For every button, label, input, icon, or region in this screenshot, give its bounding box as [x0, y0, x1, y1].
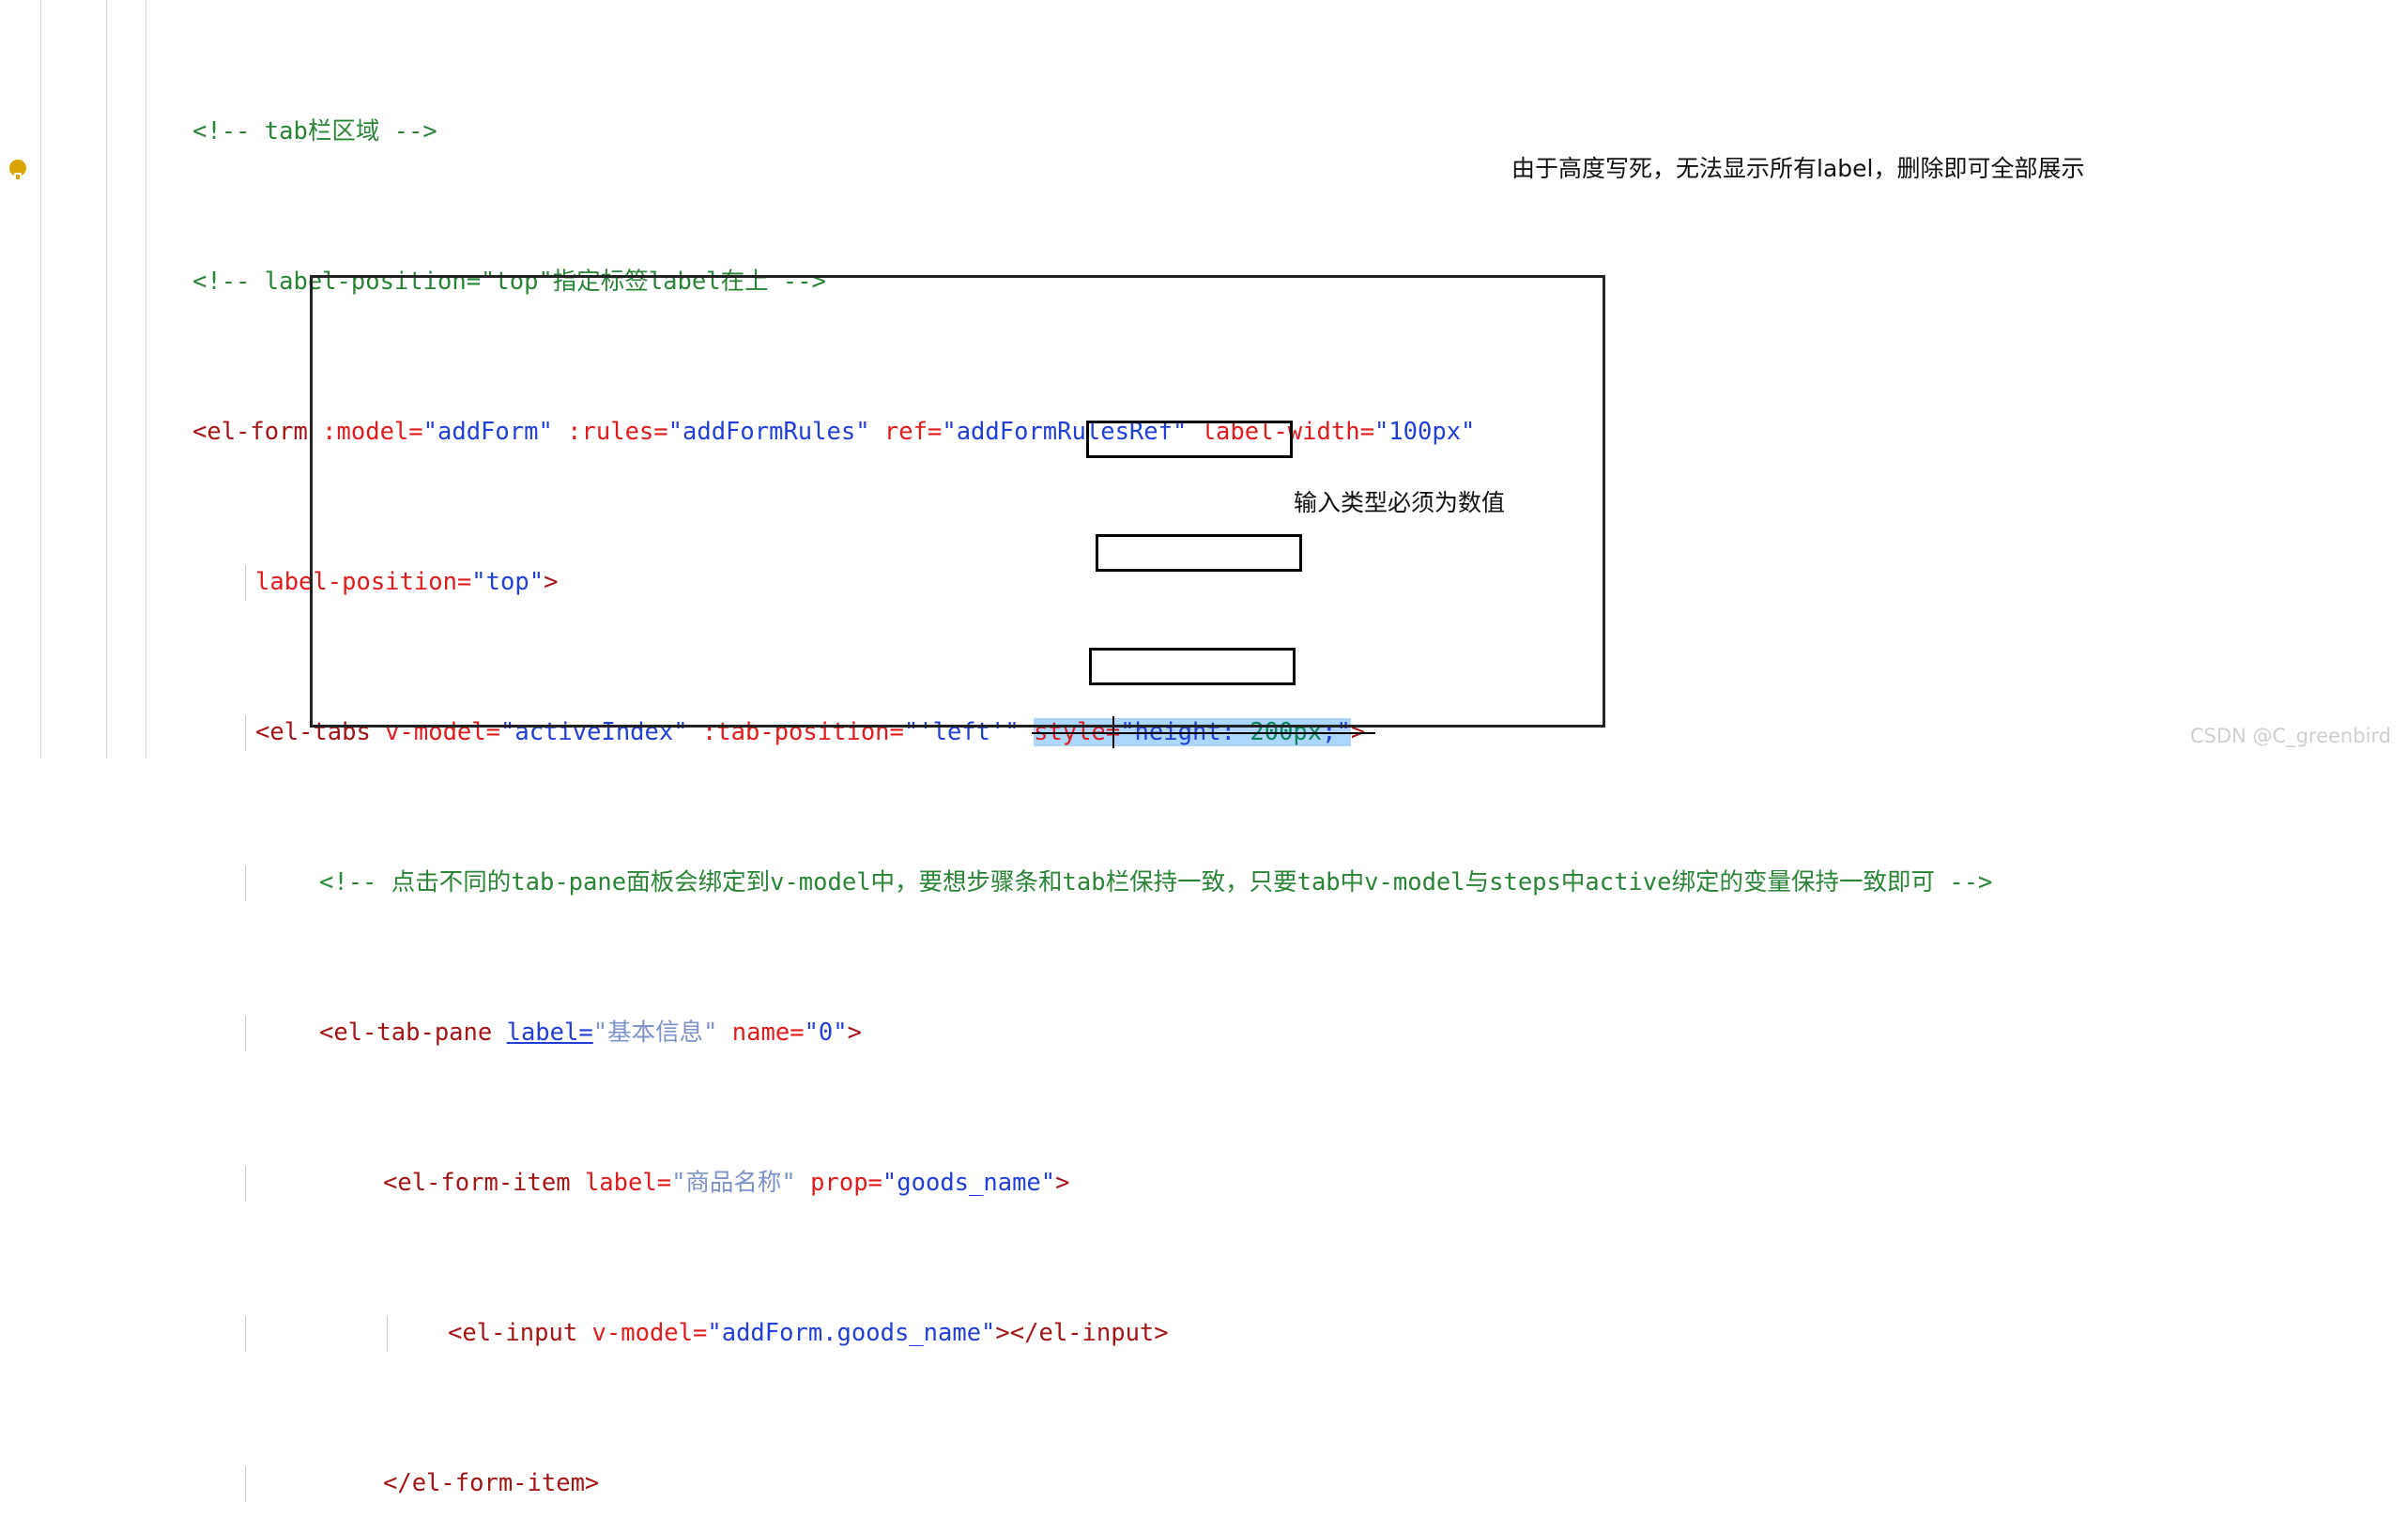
attr-label-link[interactable]: label= [507, 1019, 593, 1047]
highlight-box-type-number-weight [1096, 534, 1302, 572]
comment-tab-pane-binding: <!-- 点击不同的tab-pane面板会绑定到v-model中，要想步骤条和t… [319, 868, 1993, 896]
attr-label: label= [584, 1169, 672, 1197]
indent-guide [245, 1466, 246, 1502]
indent-guide [245, 565, 246, 601]
csdn-watermark: CSDN @C_greenbird [2189, 725, 2391, 747]
tag-el-form-item-close: </el-form-item> [383, 1469, 600, 1497]
tag-close-bracket: > [847, 1019, 862, 1047]
tag-close-bracket: > [1055, 1169, 1070, 1197]
indent-guide [245, 715, 246, 751]
value-zero: "0" [804, 1019, 848, 1047]
highlight-box-type-number-price [1086, 421, 1293, 458]
highlight-box-type-number-count [1089, 648, 1296, 685]
annotation-height-hardcoded: 由于高度写死，无法显示所有label，删除即可全部展示 [1511, 155, 2085, 182]
value-goods-name-prop: "goods_name" [882, 1169, 1056, 1197]
indent-guide [387, 1316, 388, 1352]
attr-v-model: v-model= [591, 1319, 708, 1347]
comment-tab-area: <!-- tab栏区域 --> [192, 117, 437, 146]
tag-el-form-item: <el-form-item [383, 1169, 585, 1197]
annotation-input-type-number: 输入类型必须为数值 [1294, 489, 1506, 516]
el-tab-pane-open-tag: <el-tab-pane label="基本信息" name="0"> [319, 1014, 862, 1051]
attr-name: name= [717, 1019, 805, 1047]
code-line[interactable]: <el-form-item label="商品名称" prop="goods_n… [0, 1164, 2408, 1202]
tag-el-input-close: ></el-input> [995, 1319, 1169, 1347]
code-line[interactable]: <!-- tab栏区域 --> [0, 113, 2408, 150]
code-line[interactable]: </el-form-item> [0, 1464, 2408, 1502]
attr-prop: prop= [795, 1169, 882, 1197]
code-line[interactable]: <el-input v-model="addForm.goods_name"><… [0, 1314, 2408, 1352]
el-form-item-goods-name: <el-form-item label="商品名称" prop="goods_n… [383, 1164, 1070, 1202]
tag-el-input: <el-input [448, 1319, 592, 1347]
code-line[interactable]: <!-- 点击不同的tab-pane面板会绑定到v-model中，要想步骤条和t… [0, 864, 2408, 901]
value-basic-info: "基本信息" [592, 1019, 718, 1047]
indent-guide [245, 866, 246, 901]
value-goods-name-label: "商品名称" [671, 1169, 796, 1197]
el-input-goods-name: <el-input v-model="addForm.goods_name"><… [448, 1314, 1169, 1352]
indent-guide [245, 1316, 246, 1352]
indent-guide [245, 1016, 246, 1051]
code-line[interactable]: <el-tab-pane label="基本信息" name="0"> [0, 1014, 2408, 1051]
tag-el-tab-pane: <el-tab-pane [319, 1019, 507, 1047]
value-goods-name-model: "addForm.goods_name" [707, 1319, 996, 1347]
tag-el-form: <el-form [192, 418, 323, 446]
indent-guide [245, 1166, 246, 1202]
